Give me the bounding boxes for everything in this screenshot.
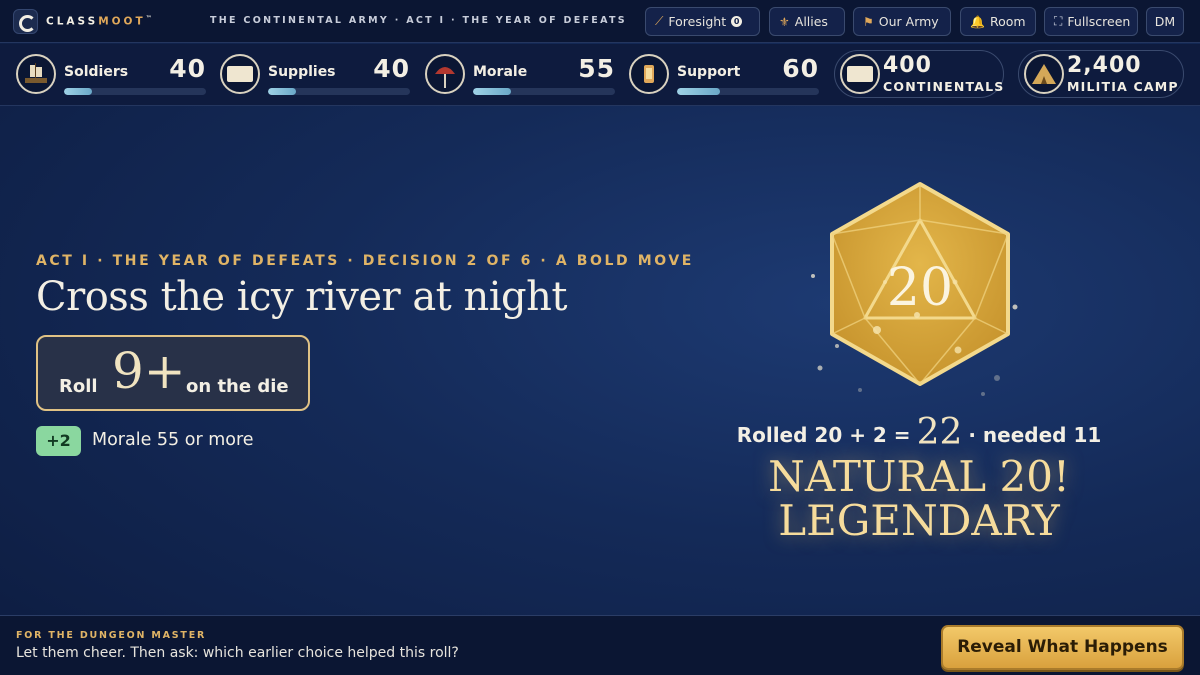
bell-icon: 🔔 xyxy=(970,14,985,29)
liberty-cap-icon xyxy=(425,54,465,94)
stat-morale: Morale 55 xyxy=(425,54,615,98)
stats-bar: Soldiers 40 Supplies 40 Morale 55 Suppor… xyxy=(0,44,1200,106)
breadcrumb: THE CONTINENTAL ARMY · ACT I · THE YEAR … xyxy=(210,15,627,26)
die-face-value: 20 xyxy=(887,258,953,318)
tent-flag-icon xyxy=(840,54,880,94)
soldiers-progress-fill xyxy=(64,88,93,95)
roll-total: 22 xyxy=(916,412,963,453)
foresight-count-badge: 0 xyxy=(731,16,743,27)
roll-target-number: 9+ xyxy=(112,342,186,400)
supplies-progress-fill xyxy=(268,88,297,95)
flag-icon: ⚑ xyxy=(863,14,874,29)
fullscreen-icon: ⛶ xyxy=(1054,14,1063,28)
d20-die-icon: 20 xyxy=(811,182,1018,396)
reveal-what-happens-button[interactable]: Reveal What Happens xyxy=(941,625,1184,670)
stat-supplies: Supplies 40 xyxy=(220,54,410,98)
dm-button[interactable]: DM xyxy=(1146,7,1184,36)
stat-support: Support 60 xyxy=(629,54,819,98)
roll-target-box: Roll 9+ on the die xyxy=(36,335,310,411)
decision-eyebrow: ACT I · THE YEAR OF DEFEATS · DECISION 2… xyxy=(36,253,694,269)
dm-footer: FOR THE DUNGEON MASTER Let them cheer. T… xyxy=(0,615,1200,675)
fleur-de-lis-icon: ⚜ xyxy=(779,14,790,29)
dm-label: FOR THE DUNGEON MASTER xyxy=(16,630,207,641)
lantern-icon xyxy=(629,54,669,94)
room-button[interactable]: 🔔 Room xyxy=(960,7,1036,36)
allies-button[interactable]: ⚜ Allies xyxy=(769,7,845,36)
supplies-progress xyxy=(268,88,410,95)
ship-icon xyxy=(16,54,56,94)
militia-camp-pill[interactable]: 2,400 MILITIA CAMP xyxy=(1018,50,1184,98)
support-progress-fill xyxy=(677,88,720,95)
scroll-icon xyxy=(220,54,260,94)
our-army-button[interactable]: ⚑ Our Army xyxy=(853,7,951,36)
dm-prompt: Let them cheer. Then ask: which earlier … xyxy=(16,645,459,661)
classmoot-logo[interactable]: CLASSMOOT™ xyxy=(13,9,152,34)
camp-tent-icon xyxy=(1024,54,1064,94)
continentals-pill[interactable]: 400 CONTINENTALS xyxy=(834,50,1004,98)
stat-soldiers: Soldiers 40 xyxy=(16,54,206,98)
modifier-chip: +2 xyxy=(36,426,81,456)
support-progress xyxy=(677,88,819,95)
morale-progress xyxy=(473,88,615,95)
logo-text: CLASSMOOT™ xyxy=(46,15,152,28)
decision-title: Cross the icy river at night xyxy=(36,274,567,320)
roll-result-line: Rolled 20 + 2 = 22 · needed 11 xyxy=(736,412,1102,453)
foresight-button[interactable]: ⟋ Foresight 0 xyxy=(645,7,760,36)
morale-progress-fill xyxy=(473,88,512,95)
top-bar: CLASSMOOT™ THE CONTINENTAL ARMY · ACT I … xyxy=(0,0,1200,43)
natural-20-banner: NATURAL 20! LEGENDARY xyxy=(768,452,1070,545)
logo-mark-icon xyxy=(13,9,38,34)
soldiers-progress xyxy=(64,88,206,95)
modifier-description: Morale 55 or more xyxy=(92,430,254,450)
spyglass-icon: ⟋ xyxy=(655,14,664,28)
fullscreen-button[interactable]: ⛶ Fullscreen xyxy=(1044,7,1138,36)
